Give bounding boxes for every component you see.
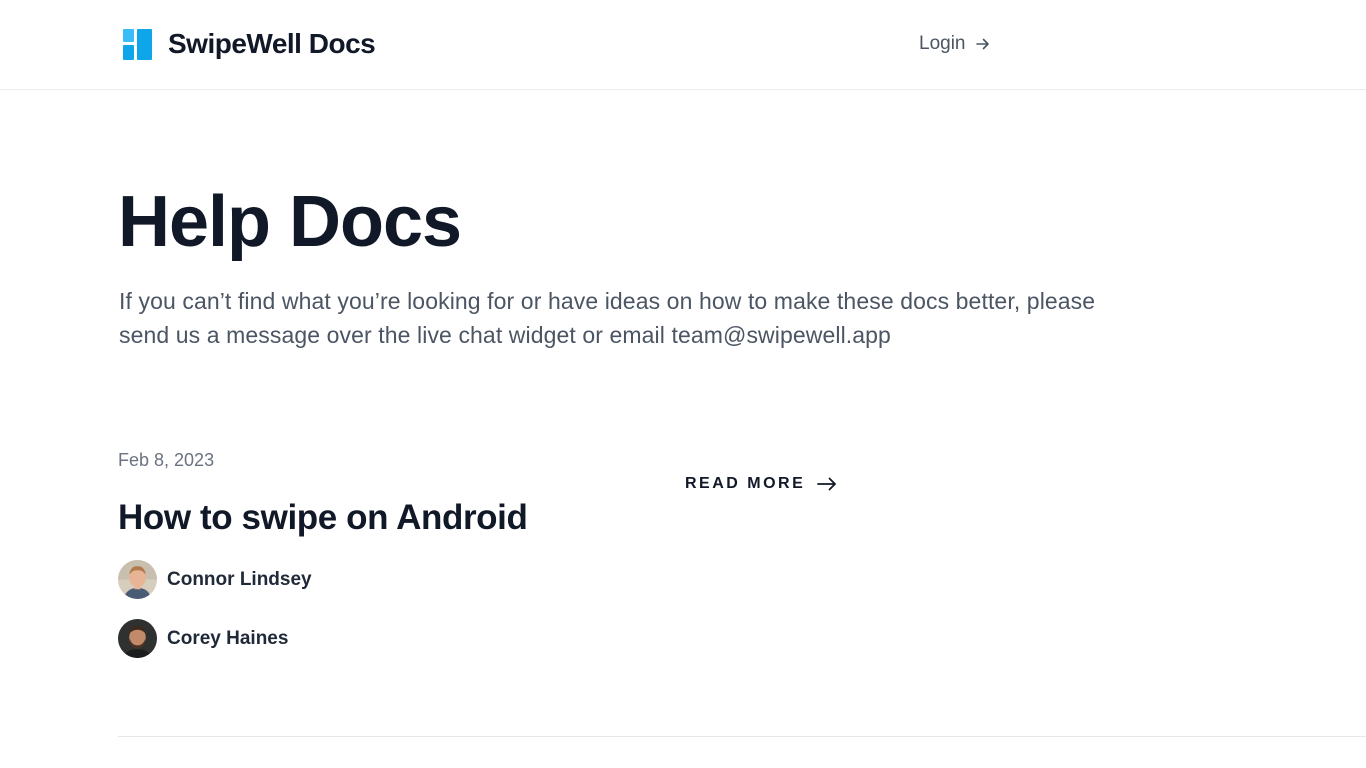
read-more-label: READ MORE xyxy=(685,475,806,492)
brand-link[interactable]: SwipeWell Docs xyxy=(123,28,376,60)
top-navbar: SwipeWell Docs Login xyxy=(0,0,1366,90)
avatar xyxy=(118,560,157,599)
page-subtitle: If you can’t find what you’re looking fo… xyxy=(119,288,1096,348)
login-link[interactable]: Login xyxy=(919,33,991,55)
grid-logo-icon xyxy=(123,28,152,60)
author-name: Connor Lindsey xyxy=(167,568,312,590)
brand-name: SwipeWell Docs xyxy=(168,28,376,59)
post-date: Feb 8, 2023 xyxy=(118,450,215,470)
login-label: Login xyxy=(919,33,966,54)
arrow-right-icon xyxy=(975,38,989,50)
long-arrow-right-icon xyxy=(817,477,837,491)
page-title: Help Docs xyxy=(118,182,462,262)
avatar xyxy=(118,619,157,658)
author-corey-haines: Corey Haines xyxy=(118,619,288,658)
post-title-link[interactable]: How to swipe on Android xyxy=(118,498,528,538)
read-more-link[interactable]: READ MORE xyxy=(685,475,837,493)
section-divider xyxy=(118,736,1366,737)
author-connor-lindsey: Connor Lindsey xyxy=(118,560,312,599)
author-name: Corey Haines xyxy=(167,627,289,649)
